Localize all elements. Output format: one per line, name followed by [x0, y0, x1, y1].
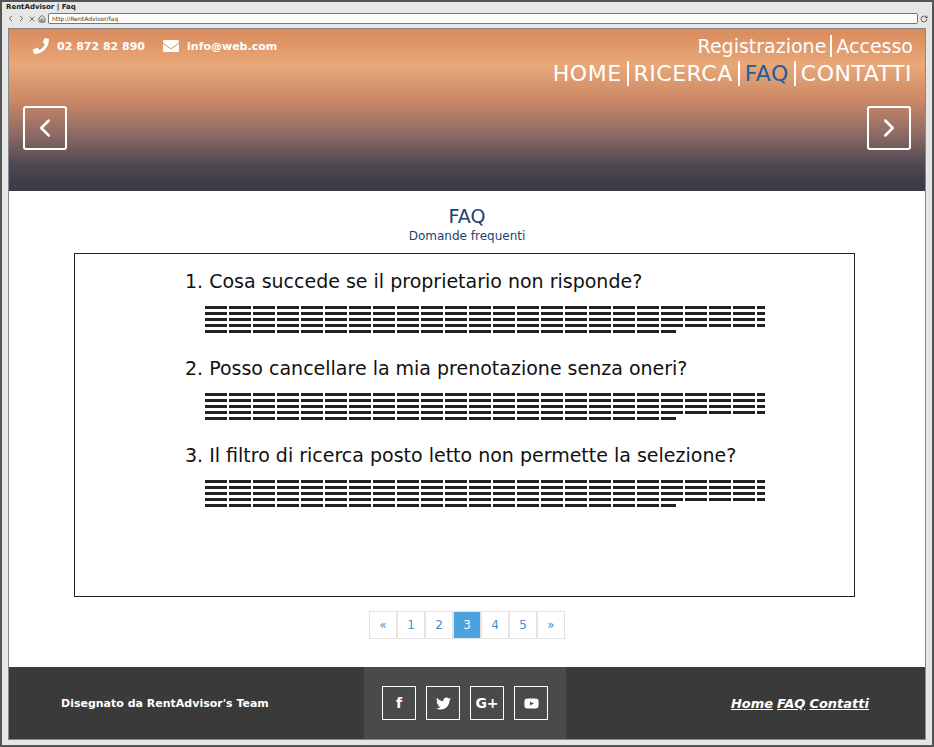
- faq-question: 2. Posso cancellare la mia prenotazione …: [185, 357, 794, 379]
- answer-line: [205, 417, 676, 420]
- phone: 02 872 82 890: [33, 38, 145, 54]
- back-icon[interactable]: [6, 14, 15, 23]
- home-icon[interactable]: [38, 15, 46, 23]
- answer-line: [205, 405, 765, 408]
- carousel-next[interactable]: [867, 106, 911, 150]
- browser-toolbar: http://RentAdvisor/faq: [6, 13, 928, 24]
- page: 02 872 82 890 info@web.com RegistrazioneAc…: [8, 28, 926, 740]
- answer-line: [205, 393, 765, 396]
- faq-list: 1. Cosa succede se il proprietario non r…: [74, 253, 855, 597]
- stop-icon[interactable]: [28, 15, 36, 23]
- answer-line: [205, 498, 765, 501]
- page-title: FAQ: [449, 205, 486, 227]
- reload-icon[interactable]: [920, 15, 928, 23]
- faq-answer: [185, 480, 794, 507]
- window-title: RentAdvisor | Faq: [6, 3, 928, 12]
- social-button[interactable]: [514, 686, 548, 720]
- account-links: RegistrazioneAccesso: [694, 35, 917, 57]
- footer-link[interactable]: Contatti: [809, 696, 869, 711]
- answer-line: [205, 411, 765, 414]
- phone-icon: [33, 38, 49, 54]
- title-block: FAQ Domande frequenti: [9, 191, 925, 253]
- social-buttons: f G+: [364, 667, 566, 739]
- page-button[interactable]: 2: [425, 611, 453, 639]
- faq-item: 2. Posso cancellare la mia prenotazione …: [185, 357, 794, 420]
- forward-icon[interactable]: [17, 14, 26, 23]
- page-button[interactable]: «: [369, 611, 397, 639]
- page-button[interactable]: 3: [453, 611, 481, 639]
- browser-chrome: RentAdvisor | Faqhttp://RentAdvisor/faq: [2, 2, 932, 28]
- youtube-icon: [524, 696, 539, 711]
- answer-line: [205, 306, 765, 309]
- email: info@web.com: [163, 38, 277, 54]
- main-nav: HOMERICERCAFAQCONTATTI: [23, 61, 917, 86]
- account-link[interactable]: Accesso: [830, 35, 917, 57]
- twitter-icon: [436, 696, 451, 711]
- faq-item: 1. Cosa succede se il proprietario non r…: [185, 270, 794, 333]
- social-button[interactable]: G+: [470, 686, 504, 720]
- answer-line: [205, 492, 765, 495]
- answer-line: [205, 504, 676, 507]
- chevron-right-icon: [874, 113, 904, 143]
- page-button[interactable]: »: [537, 611, 565, 639]
- carousel-prev[interactable]: [23, 106, 67, 150]
- footer-links: Home FAQ Contatti: [629, 696, 869, 711]
- page-subtitle: Domande frequenti: [409, 229, 526, 243]
- answer-line: [205, 486, 765, 489]
- chevron-left-icon: [30, 113, 60, 143]
- header-banner: 02 872 82 890 info@web.com RegistrazioneAc…: [9, 29, 925, 191]
- pagination: «12345»: [9, 597, 925, 639]
- faq-question: 1. Cosa succede se il proprietario non r…: [185, 270, 794, 292]
- browser-window: RentAdvisor | Faqhttp://RentAdvisor/faq0…: [0, 0, 934, 747]
- answer-line: [205, 318, 765, 321]
- nav-item[interactable]: FAQ: [738, 61, 794, 86]
- answer-line: [205, 480, 765, 483]
- page-button[interactable]: 4: [481, 611, 509, 639]
- faq-answer: [185, 306, 794, 333]
- url-field[interactable]: http://RentAdvisor/faq: [48, 13, 918, 24]
- faq-item: 3. Il filtro di ricerca posto letto non …: [185, 444, 794, 507]
- answer-line: [205, 312, 765, 315]
- footer-link[interactable]: Home: [731, 696, 773, 711]
- page-button[interactable]: 1: [397, 611, 425, 639]
- social-button[interactable]: f: [382, 686, 416, 720]
- answer-line: [205, 324, 765, 327]
- footer-link[interactable]: FAQ: [777, 696, 805, 711]
- page-button[interactable]: 5: [509, 611, 537, 639]
- faq-question: 3. Il filtro di ricerca posto letto non …: [185, 444, 794, 466]
- footer: Disegnato da RentAdvisor's Team f G+ Home FA…: [9, 667, 925, 739]
- footer-credit: Disegnato da RentAdvisor's Team: [61, 697, 301, 710]
- mail-icon: [163, 38, 179, 54]
- nav-item[interactable]: RICERCA: [627, 61, 738, 86]
- contact-info: 02 872 82 890 info@web.com: [23, 38, 277, 54]
- nav-item[interactable]: HOME: [548, 61, 627, 86]
- answer-line: [205, 399, 765, 402]
- answer-line: [205, 330, 676, 333]
- nav-item[interactable]: CONTATTI: [794, 61, 917, 86]
- faq-answer: [185, 393, 794, 420]
- account-link[interactable]: Registrazione: [694, 35, 831, 57]
- social-button[interactable]: [426, 686, 460, 720]
